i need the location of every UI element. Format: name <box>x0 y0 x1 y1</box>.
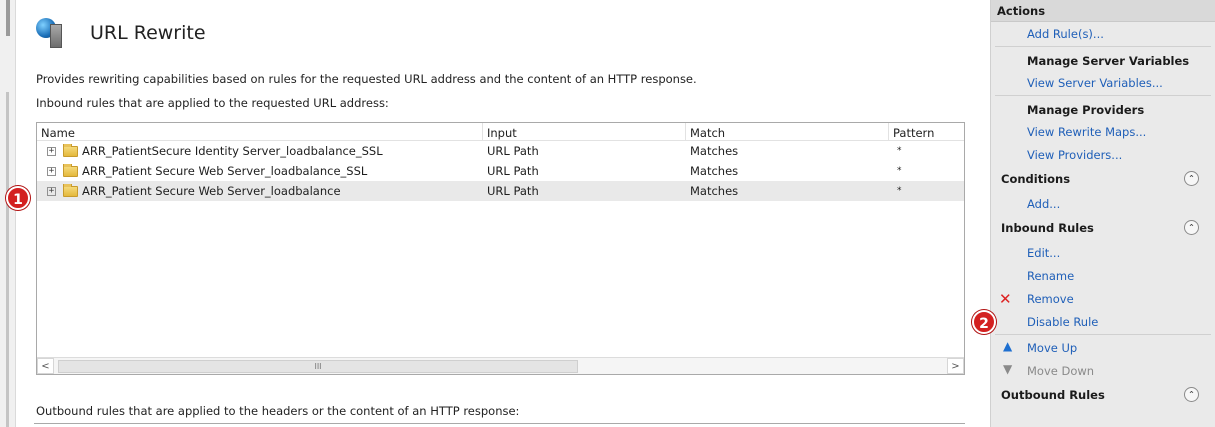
scroll-right-icon[interactable]: > <box>947 358 964 374</box>
folder-icon <box>63 164 78 177</box>
arrow-up-icon: ▲ <box>1003 339 1013 353</box>
move-down-label: Move Down <box>1027 364 1095 378</box>
inbound-rules-caption: Inbound rules that are applied to the re… <box>36 96 389 110</box>
conditions-add-link[interactable]: Add... <box>991 192 1215 215</box>
grid-header: Name Input Match Pattern <box>37 123 964 141</box>
url-rewrite-icon <box>36 16 66 50</box>
rule-input: URL Path <box>487 164 539 178</box>
divider <box>995 334 1211 335</box>
outbound-rules-grid[interactable] <box>34 423 965 427</box>
page-title: URL Rewrite <box>90 22 206 44</box>
column-header-input[interactable]: Input <box>483 123 686 140</box>
column-header-pattern[interactable]: Pattern <box>889 123 964 140</box>
rename-link[interactable]: Rename <box>991 264 1215 287</box>
remove-icon: ✕ <box>999 290 1012 308</box>
arrow-down-icon: ▼ <box>1003 362 1013 376</box>
view-rewrite-maps-link[interactable]: View Rewrite Maps... <box>991 120 1215 143</box>
expand-icon[interactable]: + <box>47 186 56 196</box>
rule-match: Matches <box>690 164 739 178</box>
inbound-rules-title: Inbound Rules <box>1001 221 1094 235</box>
gutter-splitter[interactable] <box>6 92 9 427</box>
actions-pane: Actions Add Rule(s)... Manage Server Var… <box>990 0 1215 427</box>
table-row-selected[interactable]: + ARR_Patient Secure Web Server_loadbala… <box>37 181 964 201</box>
scroll-left-icon[interactable]: < <box>37 358 54 374</box>
rule-pattern: * <box>897 166 902 176</box>
left-gutter <box>0 0 16 427</box>
rule-name: ARR_Patient Secure Web Server_loadbalanc… <box>82 184 341 198</box>
conditions-title: Conditions <box>1001 172 1071 186</box>
rule-pattern: * <box>897 186 902 196</box>
rule-pattern: * <box>897 146 902 156</box>
conditions-section-header[interactable]: Conditions ⌃ <box>991 166 1215 192</box>
rule-name: ARR_PatientSecure Identity Server_loadba… <box>82 144 383 158</box>
outbound-rules-section-header[interactable]: Outbound Rules ⌃ <box>991 382 1215 408</box>
feature-description: Provides rewriting capabilities based on… <box>36 72 697 86</box>
view-providers-link[interactable]: View Providers... <box>991 143 1215 166</box>
gutter-marker <box>6 0 10 36</box>
outbound-rules-title: Outbound Rules <box>1001 388 1105 402</box>
url-rewrite-feature-pane: URL Rewrite Provides rewriting capabilit… <box>16 0 979 427</box>
rule-input: URL Path <box>487 144 539 158</box>
callout-badge-2: 2 <box>972 310 996 334</box>
manage-providers-label: Manage Providers <box>1027 103 1145 117</box>
inbound-rules-grid[interactable]: Name Input Match Pattern + ARR_PatientSe… <box>36 122 965 375</box>
chevron-up-icon[interactable]: ⌃ <box>1184 220 1199 235</box>
chevron-up-icon[interactable]: ⌃ <box>1184 171 1199 186</box>
remove-link[interactable]: ✕ Remove <box>991 287 1215 310</box>
rule-input: URL Path <box>487 184 539 198</box>
folder-icon <box>63 144 78 157</box>
scroll-track[interactable]: III <box>54 359 947 374</box>
expand-icon[interactable]: + <box>47 146 56 156</box>
manage-server-variables-label: Manage Server Variables <box>1027 54 1190 68</box>
move-down-link[interactable]: ▼ Move Down <box>991 359 1215 382</box>
inbound-rules-section-header[interactable]: Inbound Rules ⌃ <box>991 215 1215 241</box>
table-row[interactable]: + ARR_PatientSecure Identity Server_load… <box>37 141 964 161</box>
actions-header: Actions <box>991 0 1215 22</box>
callout-badge-1: 1 <box>6 186 30 210</box>
add-rules-link[interactable]: Add Rule(s)... <box>991 22 1215 45</box>
divider <box>995 46 1211 47</box>
divider <box>995 95 1211 96</box>
edit-link[interactable]: Edit... <box>991 241 1215 264</box>
outbound-rules-caption: Outbound rules that are applied to the h… <box>36 404 520 418</box>
feature-header: URL Rewrite <box>36 16 206 50</box>
table-row[interactable]: + ARR_Patient Secure Web Server_loadbala… <box>37 161 964 181</box>
view-server-variables-link[interactable]: View Server Variables... <box>991 71 1215 94</box>
move-up-label: Move Up <box>1027 341 1078 355</box>
scroll-thumb[interactable]: III <box>58 359 578 373</box>
disable-rule-link[interactable]: Disable Rule <box>991 310 1215 333</box>
move-up-link[interactable]: ▲ Move Up <box>991 336 1215 359</box>
expand-icon[interactable]: + <box>47 166 56 176</box>
column-header-name[interactable]: Name <box>37 123 483 140</box>
chevron-up-icon[interactable]: ⌃ <box>1184 387 1199 402</box>
horizontal-scrollbar[interactable]: < III > <box>37 357 964 374</box>
folder-icon <box>63 184 78 197</box>
column-header-match[interactable]: Match <box>686 123 889 140</box>
rule-name: ARR_Patient Secure Web Server_loadbalanc… <box>82 164 368 178</box>
remove-label: Remove <box>1027 292 1074 306</box>
rule-match: Matches <box>690 144 739 158</box>
rule-match: Matches <box>690 184 739 198</box>
